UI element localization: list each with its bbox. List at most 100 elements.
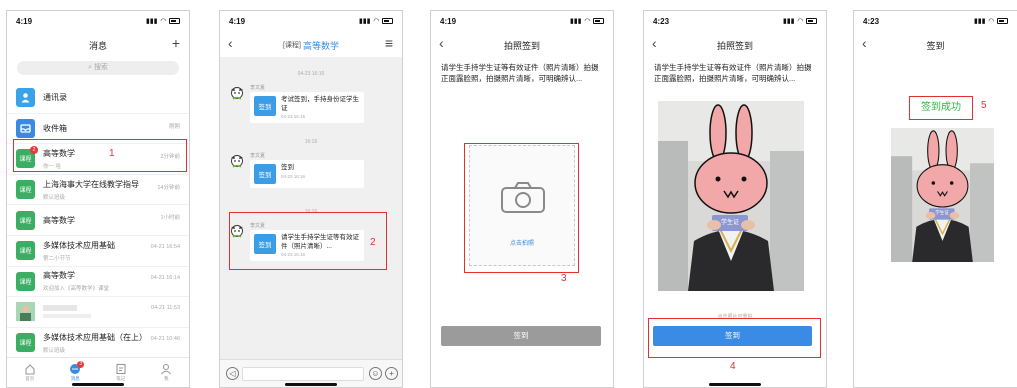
home-icon — [25, 364, 35, 375]
screen-course-chat: 4:19 ▮▮▮ ◠ ‹ [课程] 高等数学 ≡ 04-23 16:16 李文夏 签到… — [219, 10, 403, 388]
instruction-text: 请学生手持学生证等有效证件（照片清晰）拍摄正面露脸照，拍摄照片清晰，可明确辨认.… — [654, 63, 812, 83]
list-item[interactable]: 课程 高等数学 1小时前 — [7, 205, 189, 236]
instruction-text: 请学生手持学生证等有效证件（照片清晰）拍摄正面露脸照，拍摄照片清晰，可明确辨认.… — [441, 63, 599, 83]
wifi-icon: ◠ — [160, 18, 166, 25]
signin-button-disabled[interactable]: 签到 — [441, 326, 601, 346]
home-indicator — [72, 383, 124, 386]
chat-input[interactable] — [242, 367, 364, 381]
list-item-time: 14分钟前 — [157, 184, 180, 191]
search-input[interactable]: ⌕ 搜索 — [17, 61, 179, 75]
signin-icon: 签到 — [254, 164, 276, 184]
back-icon[interactable]: ‹ — [652, 35, 657, 51]
plus-icon[interactable]: + — [385, 367, 398, 380]
sender-avatar[interactable] — [228, 85, 246, 101]
list-item-title: 高等数学 — [43, 271, 75, 281]
course-title[interactable]: 高等数学 — [303, 39, 339, 52]
list-item-subtitle: 默认班级 — [43, 347, 66, 354]
search-placeholder: 搜索 — [93, 64, 108, 71]
tab-home[interactable]: 首页 — [24, 363, 36, 382]
tab-message[interactable]: 消息 3 — [69, 361, 85, 382]
status-icons: ▮▮▮ ◠ — [570, 17, 604, 25]
card-date: 04-23 16:16 — [281, 114, 306, 119]
icon-label: 课程 — [19, 188, 32, 195]
back-icon[interactable]: ‹ — [228, 35, 233, 51]
avatar-icon — [16, 302, 35, 322]
list-item-subtitle: 默认班级 — [43, 194, 66, 201]
nav-bar: ‹ 签到 — [854, 33, 1017, 57]
list-item-subtitle: 第二小节节 — [43, 255, 71, 262]
signal-icon: ▮▮▮ — [783, 18, 795, 25]
back-icon[interactable]: ‹ — [439, 35, 444, 51]
list-item[interactable]: 通讯录 — [7, 83, 189, 114]
battery-icon — [169, 18, 180, 24]
page-title: 拍照签到 — [716, 40, 753, 51]
list-item[interactable]: 04-21 11:53 — [7, 297, 189, 328]
status-icons: ▮▮▮ ◠ — [146, 17, 180, 25]
search-icon: ⌕ — [88, 64, 92, 71]
list-item[interactable]: 课程 多媒体技术应用基础 第二小节节 04-21 16:54 — [7, 236, 189, 267]
course-icon: 课程 — [16, 180, 35, 200]
message-list: 通讯录 收件箱 刚刚 课程 2 高等数学 你一 哈 2分钟前 课程 上海海事大学在线教学指导 默认班… — [7, 83, 189, 359]
nav-bar: ‹ 拍照签到 — [431, 33, 613, 57]
wifi-icon: ◠ — [988, 18, 994, 25]
student-photo: 学生证 — [891, 128, 994, 262]
status-bar: 4:19 ▮▮▮ ◠ — [431, 11, 613, 31]
list-item-time: 刚刚 — [168, 123, 180, 130]
step-1-highlight — [13, 139, 187, 172]
list-item-title: 收件箱 — [43, 123, 67, 133]
tab-label: 消息 — [70, 376, 80, 381]
list-item[interactable]: 课程 上海海事大学在线教学指导 默认班级 14分钟前 — [7, 175, 189, 206]
contacts-icon — [16, 88, 35, 108]
menu-icon[interactable]: ≡ — [385, 35, 393, 51]
battery-icon — [382, 18, 393, 24]
list-item[interactable]: 课程 多媒体技术应用基础（在上） 默认班级 04-21 10:46 — [7, 328, 189, 359]
list-item-title — [43, 305, 77, 312]
tab-note[interactable]: 笔记 — [115, 363, 127, 382]
status-icons: ▮▮▮ ◠ — [359, 17, 393, 25]
page-title: 签到 — [926, 40, 945, 51]
step-2-highlight — [229, 212, 387, 270]
inbox-icon — [16, 118, 35, 138]
chat-area: 04-23 16:16 李文夏 签到 考试签到，手持身份证学生证 04-23 16:16… — [220, 57, 402, 359]
list-item-title: 上海海事大学在线教学指导 — [43, 179, 139, 189]
screen-photo-signin: 4:19 ▮▮▮ ◠ ‹ 拍照签到 请学生手持学生证等有效证件（照片清晰）拍摄正面… — [430, 10, 614, 388]
emoji-icon[interactable]: ☺ — [369, 367, 382, 380]
status-icons: ▮▮▮ ◠ — [974, 17, 1008, 25]
status-bar: 4:19 ▮▮▮ ◠ — [220, 11, 402, 31]
student-photo[interactable]: 学生证 — [658, 101, 804, 291]
nav-bar: ‹ [课程] 高等数学 ≡ — [220, 33, 402, 57]
list-item[interactable]: 课程 高等数学 欢迎加入《高等数学》课堂 04-21 16:14 — [7, 267, 189, 298]
list-item-title: 多媒体技术应用基础 — [43, 240, 115, 250]
step-1-label: 1 — [109, 148, 115, 159]
sender-avatar[interactable] — [228, 153, 246, 169]
status-time: 4:19 — [229, 16, 246, 26]
status-bar: 4:23 ▮▮▮ ◠ — [644, 11, 826, 31]
status-time: 4:19 — [440, 16, 457, 26]
photo-illustration — [891, 128, 994, 262]
battery-icon — [997, 18, 1008, 24]
signin-message-card[interactable]: 签到 签到 04-23 16:16 — [250, 160, 364, 188]
photo-glyph — [16, 302, 35, 322]
home-indicator — [709, 383, 761, 386]
card-label: 学生证 — [720, 220, 739, 226]
voice-icon[interactable]: ◁ — [226, 367, 239, 380]
battery-icon — [593, 18, 604, 24]
chat-timestamp: 16:16 — [304, 139, 318, 145]
step-3-label: 3 — [561, 273, 567, 284]
step-4-label: 4 — [730, 361, 736, 372]
add-button[interactable]: + — [172, 35, 180, 51]
card-text: 签到 04-23 16:16 — [281, 164, 360, 184]
signin-message-card[interactable]: 签到 考试签到，手持身份证学生证 04-23 16:16 — [250, 92, 364, 123]
tab-profile[interactable]: 我 — [160, 363, 172, 382]
wifi-icon: ◠ — [584, 18, 590, 25]
course-tag: [课程] — [283, 42, 301, 49]
course-icon: 课程 — [16, 271, 35, 291]
back-icon[interactable]: ‹ — [862, 35, 867, 51]
course-icon: 课程 — [16, 241, 35, 261]
signal-icon: ▮▮▮ — [570, 18, 582, 25]
icon-label: 课程 — [19, 341, 32, 348]
status-time: 4:23 — [653, 16, 670, 26]
list-item-time: 04-21 16:14 — [150, 274, 180, 281]
photo-illustration — [658, 101, 804, 291]
person-glyph — [21, 93, 30, 103]
